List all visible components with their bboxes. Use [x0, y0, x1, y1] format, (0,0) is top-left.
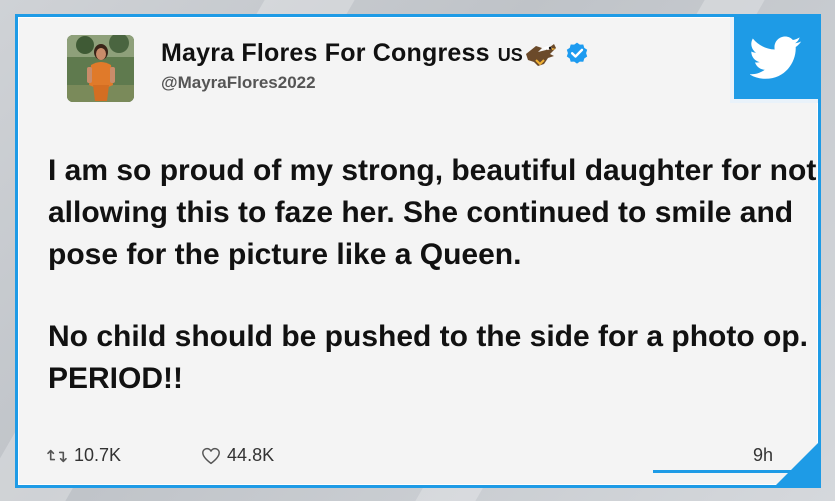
tweet-paragraph: No child should be pushed to the side fo… [48, 320, 808, 395]
tweet-stats: 10.7K 44.8K [46, 445, 354, 466]
decorative-corner [776, 443, 818, 485]
flag-label: US [497, 45, 523, 65]
twitter-bird-icon [750, 36, 802, 79]
avatar-image [67, 35, 134, 102]
tweet-card: Mayra Flores For Congress US @MayraFlore… [15, 14, 821, 488]
like-count: 44.8K [227, 445, 275, 465]
tweet-timestamp[interactable]: 9h [753, 445, 773, 466]
retweet-icon [47, 449, 67, 462]
heart-icon [202, 447, 220, 464]
twitter-logo-badge [730, 17, 818, 103]
eagle-icon [524, 42, 558, 68]
tweet-paragraph: I am so proud of my strong, beautiful da… [48, 154, 817, 271]
author-name-row: Mayra Flores For Congress US [161, 39, 590, 68]
like-stat[interactable]: 44.8K [201, 445, 274, 466]
verified-badge-icon [564, 41, 590, 67]
avatar[interactable] [67, 35, 134, 102]
retweet-count: 10.7K [74, 445, 122, 465]
user-handle[interactable]: @MayraFlores2022 [161, 73, 316, 93]
tweet-body: I am so proud of my strong, beautiful da… [48, 150, 818, 440]
display-name[interactable]: Mayra Flores For Congress [161, 39, 490, 68]
retweet-stat[interactable]: 10.7K [46, 445, 121, 466]
